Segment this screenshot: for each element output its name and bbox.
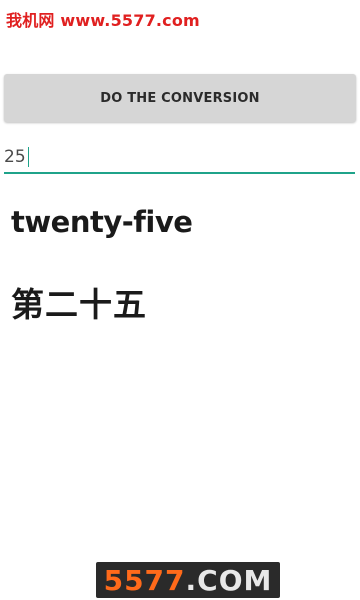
watermark-top-text: 我机网 www.5577.com (6, 11, 200, 30)
do-conversion-button[interactable]: DO THE CONVERSION (4, 74, 356, 122)
watermark-bottom-domain: .COM (185, 563, 273, 597)
english-result-text: twenty-five (11, 205, 193, 239)
watermark-bottom-logo: 5577 .COM (96, 562, 280, 598)
number-input-value: 25 (4, 147, 26, 167)
number-input-field[interactable]: 25 (4, 142, 355, 174)
watermark-bottom-number: 5577 (103, 563, 186, 597)
text-cursor (27, 147, 29, 167)
chinese-result-text: 第二十五 (11, 285, 147, 324)
